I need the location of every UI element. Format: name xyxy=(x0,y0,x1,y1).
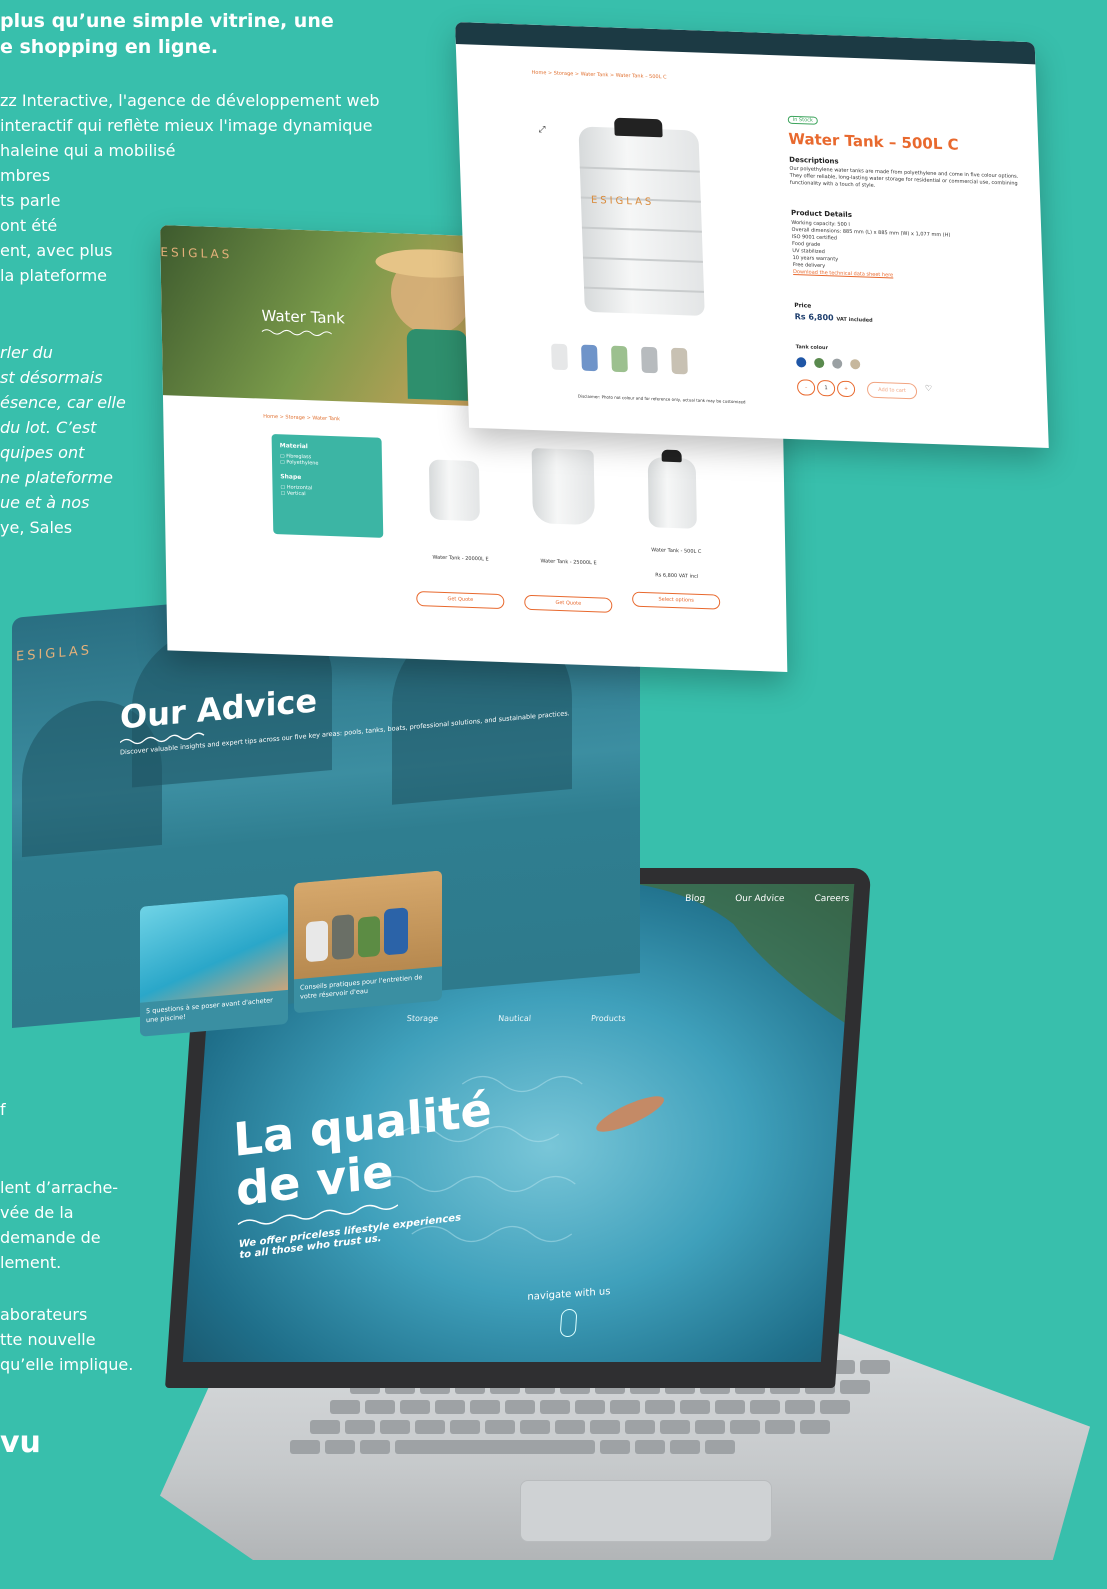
text-line: zz Interactive, l'agence de développemen… xyxy=(0,91,380,110)
get-quote-button[interactable]: Get Quote xyxy=(524,594,613,613)
expand-icon[interactable]: ⤢ xyxy=(538,125,546,135)
quantity-stepper: – 1 + Add to cart ♡ xyxy=(796,379,933,400)
get-quote-button[interactable]: Get Quote xyxy=(416,591,505,610)
price-value: Rs 6,800 xyxy=(794,312,834,323)
details-list: Working capacity: 500 l Overall dimensio… xyxy=(791,220,1023,284)
filter-heading-material: Material xyxy=(279,442,308,451)
add-to-cart-button[interactable]: Add to cart xyxy=(866,381,918,400)
price-heading: Price xyxy=(794,302,812,310)
thumbnail[interactable] xyxy=(551,343,568,371)
headline-line: e shopping en ligne. xyxy=(0,36,219,58)
qty-plus-button[interactable]: + xyxy=(836,380,856,398)
product-main-image: ESIGLAS xyxy=(578,117,705,316)
thumbnail[interactable] xyxy=(670,347,688,375)
colour-swatches xyxy=(796,352,864,373)
scroll-mouse-icon[interactable] xyxy=(559,1309,578,1337)
product-price: Rs 6,800 VAT incl xyxy=(655,572,699,580)
laptop-trackpad xyxy=(520,1480,772,1542)
text-line: haleine qui a mobilisé xyxy=(0,141,176,160)
colour-heading: Tank colour xyxy=(795,344,829,352)
headline-line: plus qu’une simple vitrine, une xyxy=(0,10,334,32)
browser-top-bar xyxy=(455,22,1036,65)
text-line: mbres xyxy=(0,166,51,185)
keyboard-row xyxy=(310,1420,830,1434)
product-name: Water Tank - 20000L E xyxy=(432,554,489,563)
keyboard-row xyxy=(290,1440,735,1454)
category-logo[interactable]: ESIGLAS xyxy=(160,245,232,262)
article-headline: plus qu’une simple vitrine, une e shoppi… xyxy=(0,8,420,60)
colour-swatch[interactable] xyxy=(814,357,825,369)
laptop-hero: La qualité de vie We offer priceless lif… xyxy=(232,1082,498,1261)
article-closing-heading: vu xyxy=(0,1425,41,1460)
category-hero-title: Water Tank xyxy=(261,306,345,328)
product-disclaimer: Disclaimer: Photo not colour and for ref… xyxy=(577,393,746,405)
price-note: VAT included xyxy=(836,316,873,324)
product-title: Water Tank – 500L C xyxy=(788,129,959,154)
text-line: ts parle xyxy=(0,191,61,210)
product-card[interactable]: Water Tank - 20000L E Get Quote xyxy=(414,439,507,617)
tank-brand-text: ESIGLAS xyxy=(590,194,655,209)
product-card[interactable]: Water Tank - 25000L E Get Quote xyxy=(522,443,615,621)
product-name: Water Tank - 500L C xyxy=(651,547,702,555)
subnav-nautical[interactable]: Nautical xyxy=(498,1014,531,1023)
qty-input[interactable]: 1 xyxy=(816,379,836,397)
text-line: interactif qui reflète mieux l'image dyn… xyxy=(0,116,373,135)
colour-swatch[interactable] xyxy=(796,357,807,368)
laptop-nav: Blog Our Advice Careers xyxy=(685,894,850,904)
filter-heading-shape: Shape xyxy=(280,473,302,481)
thumbnail[interactable] xyxy=(640,346,658,374)
wishlist-heart-icon[interactable]: ♡ xyxy=(925,384,933,400)
colour-swatch[interactable] xyxy=(832,358,843,369)
product-name: Water Tank - 25000L E xyxy=(540,558,597,567)
tanks-image xyxy=(294,870,442,980)
product-page-screenshot: Home > Storage > Water Tank > Water Tank… xyxy=(455,22,1049,449)
thumbnail-strip xyxy=(551,343,688,375)
product-breadcrumb[interactable]: Home > Storage > Water Tank > Water Tank… xyxy=(532,70,667,81)
category-breadcrumb[interactable]: Home > Storage > Water Tank xyxy=(263,414,340,423)
product-price: Rs 6,800 VAT included xyxy=(795,312,873,325)
product-image xyxy=(531,448,595,526)
description-text: Our polyethylene water tanks are made fr… xyxy=(789,165,1019,189)
filter-panel: Material ▢ Fibreglass ▢ Polyethylene Sha… xyxy=(271,433,384,538)
product-card[interactable]: Water Tank - 500L C Rs 6,800 VAT incl Se… xyxy=(630,446,723,624)
thumbnail[interactable] xyxy=(581,344,598,372)
advice-logo[interactable]: ESIGLAS xyxy=(16,643,92,665)
stock-badge: In Stock xyxy=(787,115,818,125)
thumbnail[interactable] xyxy=(611,345,628,373)
nav-item-careers[interactable]: Careers xyxy=(814,894,849,904)
advice-card[interactable]: Conseils pratiques pour l'entretien de v… xyxy=(294,870,442,1014)
select-options-button[interactable]: Select options xyxy=(632,591,721,610)
qty-minus-button[interactable]: – xyxy=(796,379,816,396)
product-image xyxy=(428,459,480,522)
details-heading: Product Details xyxy=(790,208,853,220)
colour-swatch[interactable] xyxy=(850,359,861,370)
keyboard-row xyxy=(330,1400,850,1414)
nav-item-blog[interactable]: Blog xyxy=(685,894,706,904)
nav-item-our-advice[interactable]: Our Advice xyxy=(735,894,785,904)
pool-image xyxy=(140,893,288,1003)
wave-underline-icon xyxy=(261,329,332,336)
subnav-products[interactable]: Products xyxy=(591,1014,626,1023)
apron xyxy=(406,328,468,401)
descriptions-heading: Descriptions xyxy=(789,155,839,166)
subnav-storage[interactable]: Storage xyxy=(407,1014,439,1023)
laptop-subnav: Storage Nautical Products xyxy=(407,1014,626,1023)
product-image xyxy=(647,449,697,529)
advice-card[interactable]: 5 questions à se poser avant d'acheter u… xyxy=(140,893,288,1037)
